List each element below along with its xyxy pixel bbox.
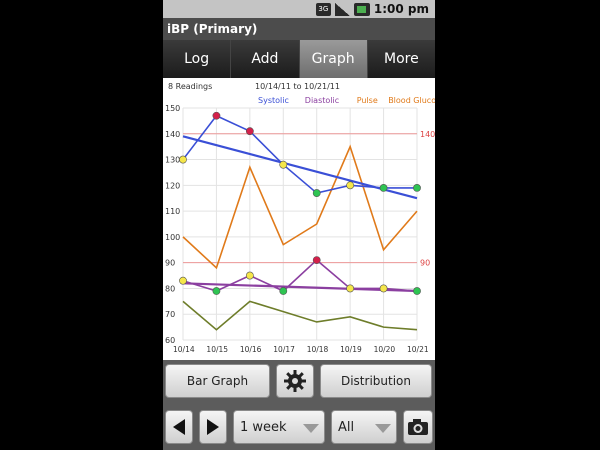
data-point: [245, 127, 254, 136]
data-point: [312, 256, 321, 264]
x-tick-label: 10/15: [206, 345, 228, 354]
gear-icon: [284, 370, 306, 392]
chevron-down-icon: [375, 424, 391, 433]
network-type-label: 3G: [318, 5, 329, 13]
series-line: [182, 114, 417, 194]
data-point: [312, 189, 321, 197]
status-time: 1:00 pm: [373, 2, 429, 16]
tab-more[interactable]: More: [367, 40, 435, 78]
distribution-button[interactable]: Distribution: [320, 364, 432, 398]
y-tick-label: 100: [165, 233, 180, 242]
x-tick-label: 10/20: [374, 345, 396, 354]
settings-button[interactable]: [276, 364, 314, 398]
x-tick-label: 10/18: [307, 345, 329, 354]
tab-log-label: Log: [184, 51, 210, 67]
bar-graph-label: Bar Graph: [186, 374, 249, 388]
y-tick-label: 110: [165, 207, 180, 216]
filter-value: All: [338, 419, 355, 435]
series-line: [182, 300, 418, 331]
data-point: [346, 181, 355, 190]
reference-line-label: 90: [420, 259, 430, 268]
data-point: [279, 287, 288, 295]
tab-graph-label: Graph: [311, 51, 355, 67]
app-title-bar: iBP (Primary): [163, 18, 435, 40]
period-select[interactable]: 1 week: [233, 410, 325, 444]
phone-screen: 3G 1:00 pm iBP (Primary) Log Add Graph M…: [163, 0, 435, 450]
tab-add-label: Add: [251, 51, 279, 67]
x-tick-label: 10/14: [173, 345, 195, 354]
camera-button[interactable]: [403, 410, 433, 444]
data-point: [346, 284, 355, 293]
camera-icon: [408, 419, 428, 435]
filter-select[interactable]: All: [331, 410, 397, 444]
data-point: [179, 276, 187, 285]
distribution-label: Distribution: [340, 374, 411, 388]
y-tick-label: 90: [165, 259, 175, 268]
x-tick-label: 10/19: [340, 345, 362, 354]
legend-entry: Diastolic: [305, 96, 339, 105]
previous-period-button[interactable]: [165, 410, 193, 444]
data-point: [245, 271, 254, 280]
arrow-left-icon: [173, 419, 185, 435]
data-point: [379, 284, 388, 293]
next-period-button[interactable]: [199, 410, 227, 444]
tab-bar: Log Add Graph More: [163, 40, 435, 78]
y-tick-label: 120: [165, 181, 180, 190]
tab-more-label: More: [384, 51, 419, 67]
legend-entry: Blood Glucose: [388, 96, 435, 105]
tab-log[interactable]: Log: [163, 40, 232, 78]
graph-controls: Bar Graph Distribution 1 week All: [163, 360, 435, 450]
status-bar: 3G 1:00 pm: [163, 0, 435, 18]
x-tick-label: 10/21: [407, 345, 429, 354]
data-point: [379, 184, 388, 192]
period-value: 1 week: [240, 419, 287, 435]
readings-chart: 8 Readings 10/14/11 to 10/21/11 Systolic Di…: [165, 82, 435, 354]
y-tick-label: 70: [165, 310, 175, 319]
x-tick-label: 10/17: [273, 345, 295, 354]
data-point: [212, 111, 221, 120]
data-point: [179, 155, 187, 164]
chevron-down-icon: [303, 424, 319, 433]
y-tick-label: 80: [165, 284, 175, 293]
data-point: [279, 160, 288, 169]
tab-add[interactable]: Add: [231, 40, 300, 78]
series-line: [182, 144, 418, 270]
bar-graph-button[interactable]: Bar Graph: [165, 364, 270, 398]
y-tick-label: 150: [165, 104, 180, 113]
arrow-right-icon: [207, 419, 219, 435]
readings-count: 8 Readings: [168, 82, 212, 91]
tab-graph[interactable]: Graph: [299, 40, 368, 78]
data-point: [413, 287, 421, 295]
x-tick-label: 10/16: [240, 345, 262, 354]
y-tick-label: 60: [165, 336, 175, 345]
graph-panel: 8 Readings 10/14/11 to 10/21/11 Systolic Di…: [163, 78, 435, 360]
legend-entry: Systolic: [258, 96, 289, 105]
data-point: [413, 184, 421, 192]
signal-strength-icon: [334, 2, 350, 16]
battery-icon: [353, 2, 370, 16]
data-point: [212, 287, 221, 295]
y-tick-label: 140: [165, 130, 180, 139]
y-tick-label: 130: [165, 156, 180, 165]
reference-line-label: 140: [420, 130, 435, 139]
date-range: 10/14/11 to 10/21/11: [255, 82, 340, 91]
legend-entry: Pulse: [357, 96, 378, 105]
app-title: iBP (Primary): [167, 22, 258, 36]
network-3g-icon: 3G: [315, 2, 331, 16]
